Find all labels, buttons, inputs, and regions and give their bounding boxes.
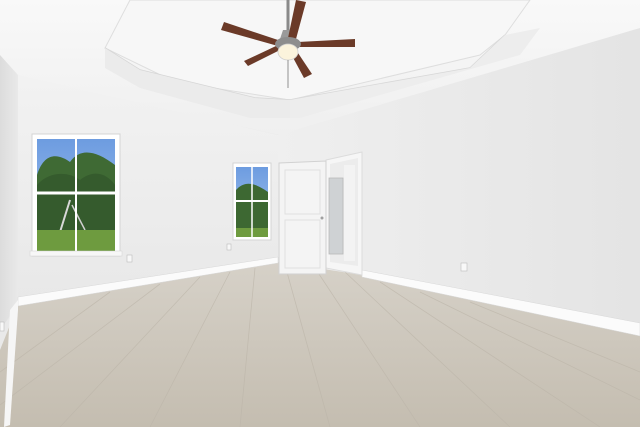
wall-outlet	[126, 254, 133, 263]
wall-outlet	[226, 243, 232, 251]
hallway-doorway	[325, 151, 363, 276]
interior-door	[278, 160, 327, 275]
room-scene	[0, 0, 640, 427]
center-window	[232, 162, 272, 241]
room-photo	[0, 0, 640, 427]
wall-outlet	[460, 262, 468, 272]
left-window	[29, 133, 123, 257]
light-switch	[0, 321, 5, 332]
left-wall	[0, 55, 18, 330]
